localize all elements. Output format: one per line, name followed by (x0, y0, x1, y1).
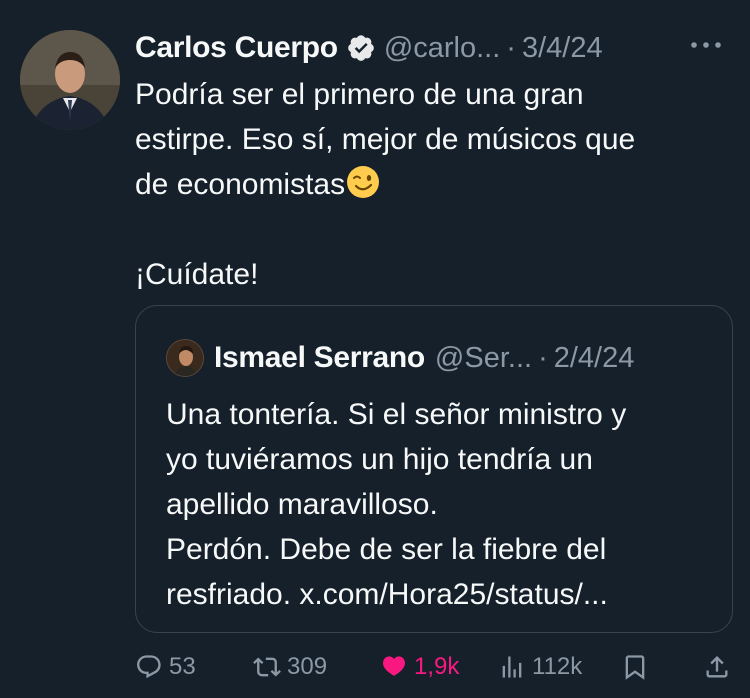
analytics-icon (502, 656, 522, 678)
reply-count: 53 (169, 653, 196, 680)
tweet[interactable]: Carlos Cuerpo @carlo... · 3/4/24 Podría … (0, 0, 750, 698)
tweet-header: Carlos Cuerpo @carlo... · 3/4/24 (135, 26, 735, 70)
reply-button[interactable]: 53 (135, 645, 196, 689)
share-icon (706, 656, 728, 678)
action-bar: 53 309 1,9k 112k (135, 645, 735, 689)
reply-icon (137, 655, 161, 679)
quoted-author-handle: @Ser... (434, 341, 533, 374)
winking-face-icon (345, 164, 381, 200)
more-options-icon[interactable] (688, 30, 724, 60)
views-button[interactable]: 112k (498, 645, 582, 689)
quoted-author-avatar (166, 339, 204, 377)
share-button[interactable] (703, 645, 731, 689)
separator-dot: · (506, 31, 516, 64)
like-count: 1,9k (414, 653, 460, 680)
author-avatar[interactable] (20, 30, 120, 130)
author-name[interactable]: Carlos Cuerpo (135, 31, 338, 65)
author-handle[interactable]: @carlo... (384, 32, 500, 65)
like-button[interactable]: 1,9k (380, 645, 459, 689)
separator-dot: · (538, 341, 548, 374)
view-count: 112k (532, 653, 583, 680)
repost-count: 309 (287, 653, 328, 680)
quoted-tweet-text: Una tontería. Si el señor ministro y yo … (166, 398, 627, 611)
tweet-date[interactable]: 3/4/24 (522, 32, 603, 65)
repost-icon (253, 657, 281, 677)
quoted-tweet-header: Ismael Serrano @Ser... · 2/4/24 (166, 336, 634, 380)
verified-badge-icon (346, 33, 376, 63)
repost-button[interactable]: 309 (253, 645, 327, 689)
tweet-text: Podría ser el primero de una gran estirp… (135, 72, 725, 297)
tweet-text-main: Podría ser el primero de una gran estirp… (135, 78, 636, 201)
tweet-text-closing: ¡Cuídate! (135, 258, 259, 291)
quoted-tweet-date: 2/4/24 (553, 341, 635, 374)
bookmark-icon (625, 655, 645, 680)
quoted-tweet[interactable]: Ismael Serrano @Ser... · 2/4/24 Una tont… (135, 305, 733, 633)
quoted-author-name: Ismael Serrano (214, 341, 425, 374)
heart-filled-icon (382, 656, 406, 676)
bookmark-button[interactable] (621, 645, 649, 689)
